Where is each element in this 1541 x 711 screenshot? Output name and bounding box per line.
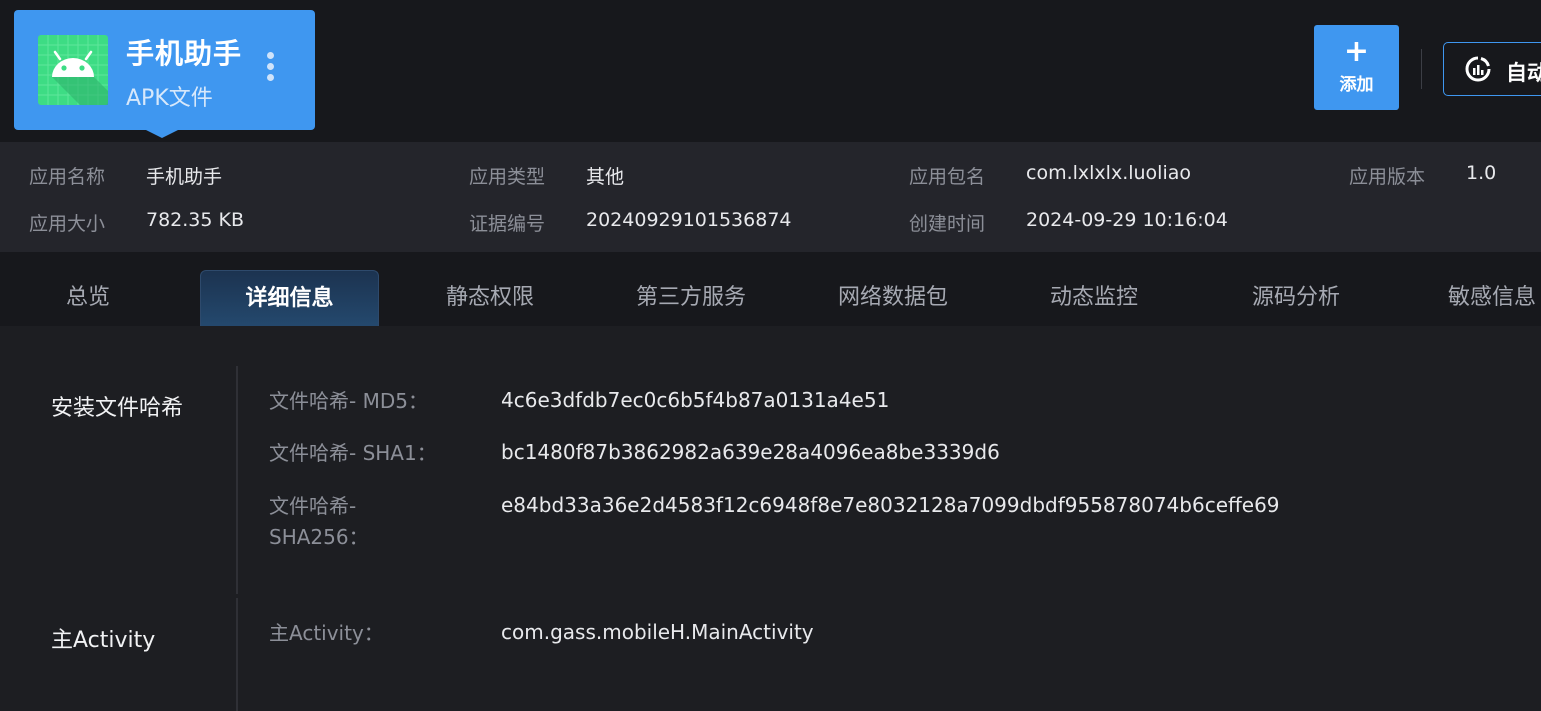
app-version-value: 1.0 <box>1466 162 1497 184</box>
tab-bar: 总览 详细信息 静态权限 第三方服务 网络数据包 动态监控 源码分析 敏感信息 <box>0 252 1541 327</box>
app-name-value: 手机助手 <box>146 166 223 188</box>
app-name-label: 应用名称 <box>29 166 106 188</box>
tab-network-packets[interactable]: 网络数据包 <box>813 270 973 326</box>
add-button-label: 添加 <box>1339 75 1374 95</box>
auto-analysis-button[interactable]: 自动 <box>1443 42 1541 96</box>
main-activity-section-title: 主Activity <box>51 628 156 653</box>
app-type-label: 应用类型 <box>469 166 546 188</box>
app-package-value: com.lxlxlx.luoliao <box>1026 162 1191 184</box>
created-time-label: 创建时间 <box>909 213 986 235</box>
more-options-icon[interactable] <box>262 52 278 86</box>
app-version-label: 应用版本 <box>1349 166 1426 188</box>
plus-icon: + <box>1343 34 1370 69</box>
tab-details[interactable]: 详细信息 <box>200 270 379 327</box>
tab-third-party-services[interactable]: 第三方服务 <box>611 270 771 326</box>
tab-source-analysis[interactable]: 源码分析 <box>1226 270 1366 326</box>
md5-value: 4c6e3dfdb7ec0c6b5f4b87a0131a4e51 <box>501 388 890 412</box>
main-activity-label: 主Activity： <box>269 621 384 645</box>
add-button[interactable]: + 添加 <box>1314 25 1399 110</box>
sha256-value: e84bd33a36e2d4583f12c6948f8e7e8032128a70… <box>501 493 1280 517</box>
auto-analysis-icon <box>1465 56 1491 82</box>
tab-overview[interactable]: 总览 <box>18 270 158 326</box>
app-size-label: 应用大小 <box>29 213 106 235</box>
app-size-value: 782.35 KB <box>146 209 245 231</box>
evidence-id-label: 证据编号 <box>469 213 546 235</box>
md5-label: 文件哈希- MD5： <box>269 389 428 413</box>
app-info-panel: 应用名称 手机助手 应用类型 其他 应用包名 com.lxlxlx.luolia… <box>0 142 1541 252</box>
sha1-label: 文件哈希- SHA1： <box>269 441 437 465</box>
app-card[interactable]: 手机助手 APK文件 <box>14 10 315 138</box>
tab-sensitive-info[interactable]: 敏感信息 <box>1428 270 1541 326</box>
evidence-id-value: 20240929101536874 <box>586 209 792 231</box>
hash-section-title: 安装文件哈希 <box>51 396 184 421</box>
tab-dynamic-monitoring[interactable]: 动态监控 <box>1024 270 1164 326</box>
sha256-label: 文件哈希- SHA256： <box>269 494 369 549</box>
android-icon <box>38 35 108 105</box>
sha1-value: bc1480f87b3862982a639e28a4096ea8be3339d6 <box>501 440 1000 464</box>
created-time-value: 2024-09-29 10:16:04 <box>1026 209 1228 231</box>
app-file-type: APK文件 <box>126 86 213 111</box>
section-divider <box>236 366 238 594</box>
details-content: 安装文件哈希 文件哈希- MD5： 4c6e3dfdb7ec0c6b5f4b87… <box>0 326 1541 711</box>
section-divider <box>236 598 238 711</box>
main-activity-value: com.gass.mobileH.MainActivity <box>501 620 814 644</box>
tab-static-permissions[interactable]: 静态权限 <box>420 270 560 326</box>
app-type-value: 其他 <box>586 166 625 188</box>
auto-analysis-label: 自动 <box>1506 61 1541 85</box>
app-package-label: 应用包名 <box>909 166 986 188</box>
toolbar-divider <box>1421 49 1422 89</box>
top-bar: 手机助手 APK文件 + 添加 自动 <box>0 0 1541 142</box>
app-name: 手机助手 <box>126 37 243 70</box>
